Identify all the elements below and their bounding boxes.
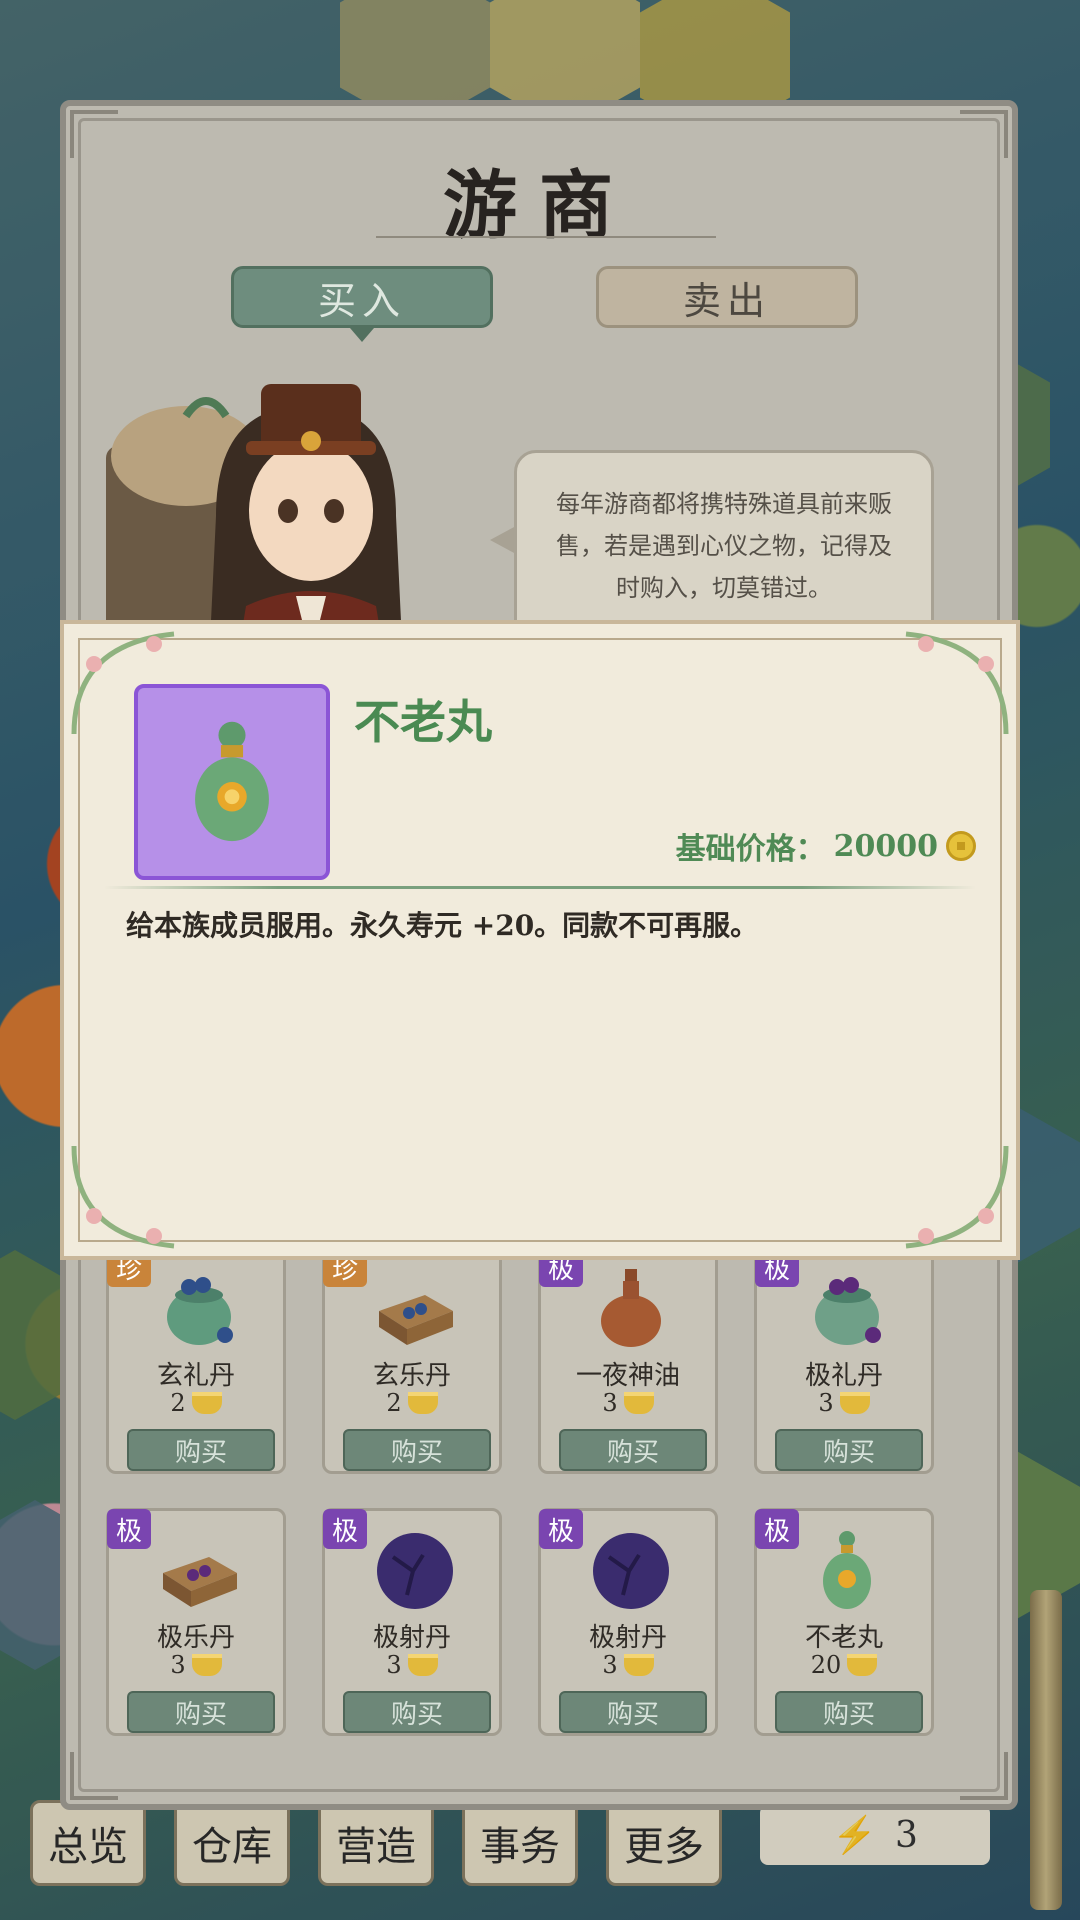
floral-corner-ornament [905,631,1009,735]
speech-tail [490,526,516,554]
frame-corner [960,1752,1008,1800]
base-price-value: 20000 [833,828,938,864]
item-card: 极 极礼丹 3 购买 [754,1246,934,1474]
item-name: 一夜神油 [575,1361,680,1391]
detail-divider [104,886,976,889]
item-price: 3 [541,1389,715,1417]
clay-bottle-icon [601,1269,661,1347]
buy-button[interactable]: 购买 [127,1429,275,1471]
rarity-badge: 极 [755,1509,799,1549]
gold-ingot-icon [407,1392,438,1414]
purple-orb-icon [377,1533,453,1609]
gold-ingot-icon [839,1392,870,1414]
item-card: 极 极射丹 3 购买 [322,1508,502,1736]
gold-ingot-icon [623,1392,654,1414]
item-card: 珍 玄乐丹 2 购买 [322,1246,502,1474]
jade-jar-blue-pills-icon [167,1277,233,1345]
item-name: 极乐丹 [156,1623,235,1653]
frame-corner [70,1752,118,1800]
item-name: 玄礼丹 [156,1361,235,1391]
item-card: 珍 玄礼丹 2 购买 [106,1246,286,1474]
item-name: 极射丹 [372,1623,451,1653]
green-gourd-bottle-icon [195,721,269,842]
item-card: 极 极乐丹 3 购买 [106,1508,286,1736]
active-tab-pointer [350,328,374,342]
gold-ingot-icon [407,1654,438,1676]
tab-sell[interactable]: 卖出 [596,266,858,328]
item-icon-frame [134,684,330,880]
gold-ingot-icon [847,1654,878,1676]
item-detail-popup[interactable]: 不老丸 基础价格： 20000 给本族成员服用。永久寿元 +20。同款不可再服。 [60,620,1020,1260]
item-price: 20 [757,1651,931,1679]
item-price: 3 [757,1389,931,1417]
buy-button[interactable]: 购买 [127,1691,275,1733]
tab-buy[interactable]: 买入 [231,266,493,328]
buy-button[interactable]: 购买 [343,1429,491,1471]
buy-button[interactable]: 购买 [775,1691,923,1733]
base-price-label: 基础价格： [675,832,826,867]
rarity-badge: 极 [323,1509,367,1549]
item-card: 极 不老丸 20 购买 [754,1508,934,1736]
item-price: 3 [109,1651,283,1679]
base-price: 基础价格： 20000 [676,824,976,868]
gold-ingot-icon [191,1654,222,1676]
copper-coin-icon [946,831,976,861]
green-gourd-bottle-icon [823,1531,871,1609]
buy-button[interactable]: 购买 [559,1691,707,1733]
title-divider [376,236,716,238]
floral-corner-ornament [905,1145,1009,1249]
item-card: 极 一夜神油 3 购买 [538,1246,718,1474]
floral-corner-ornament [71,1145,175,1249]
item-description: 给本族成员服用。永久寿元 +20。同款不可再服。 [126,909,759,942]
item-price: 2 [109,1389,283,1417]
buy-button[interactable]: 购买 [775,1429,923,1471]
rarity-badge: 极 [107,1509,151,1549]
buy-button[interactable]: 购买 [559,1429,707,1471]
purple-orb-icon [593,1533,669,1609]
gold-ingot-icon [623,1654,654,1676]
buy-button[interactable]: 购买 [343,1691,491,1733]
item-card: 极 极射丹 3 购买 [538,1508,718,1736]
gold-ingot-icon [191,1392,222,1414]
item-price: 3 [541,1651,715,1679]
wooden-box-purple-pills-icon [163,1557,237,1607]
rarity-badge: 极 [539,1509,583,1549]
jade-jar-purple-pills-icon [815,1277,881,1345]
item-name: 极礼丹 [804,1361,883,1391]
wooden-box-blue-pills-icon [379,1295,453,1345]
item-detail-title: 不老丸 [354,695,492,749]
item-name: 极射丹 [588,1623,667,1653]
item-name: 不老丸 [804,1623,883,1653]
item-price: 2 [325,1389,499,1417]
item-name: 玄乐丹 [372,1361,451,1391]
item-price: 3 [325,1651,499,1679]
